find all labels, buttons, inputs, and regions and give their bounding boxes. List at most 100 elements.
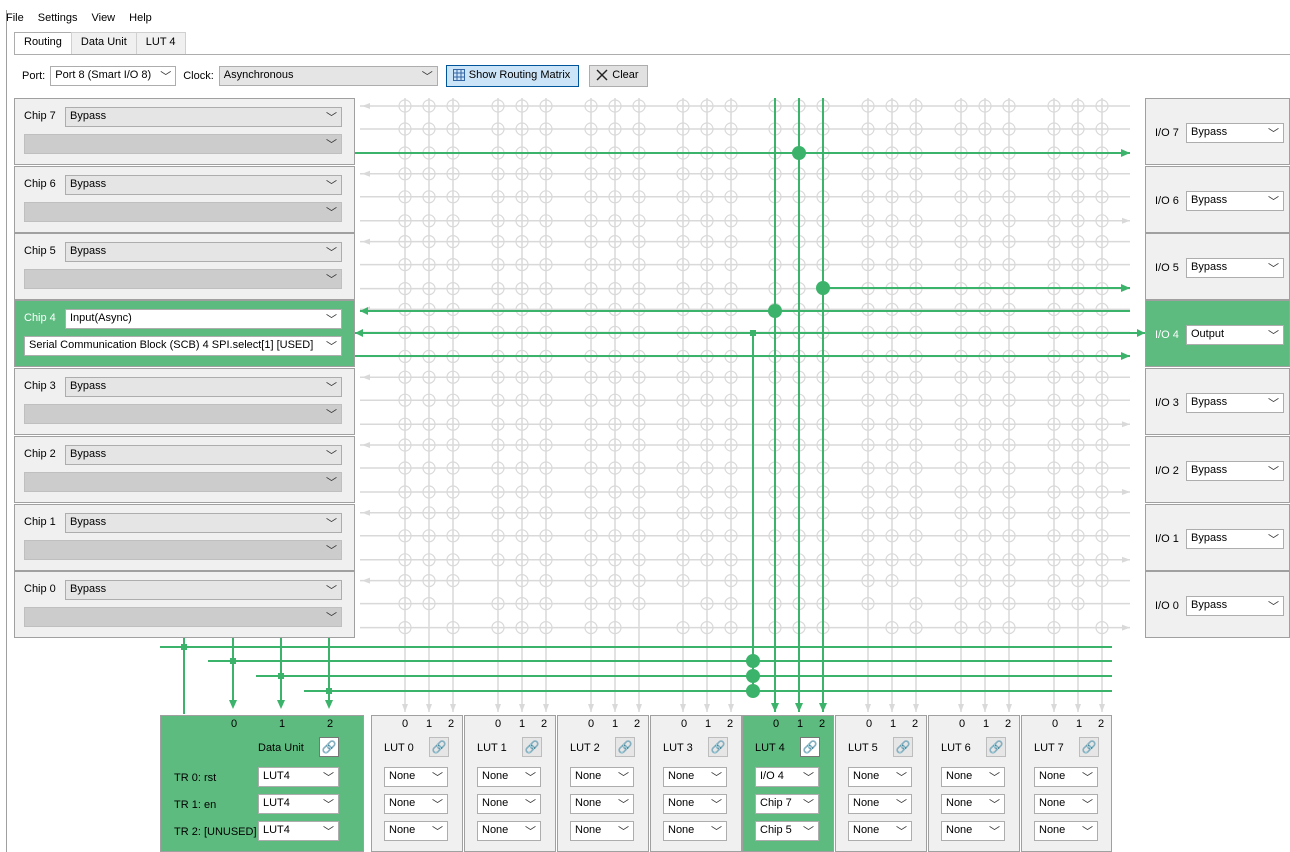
lut-input-2-select[interactable]: None ﹀ (1034, 821, 1098, 841)
lut-input-1-select[interactable]: None ﹀ (477, 794, 541, 814)
lut-3-block: 0 1 2 LUT 3 🔗 None ﹀ None ﹀ None ﹀ (650, 715, 742, 852)
io-mode-select[interactable]: Bypass ﹀ (1186, 461, 1284, 481)
lut-input-2-select[interactable]: None ﹀ (848, 821, 912, 841)
chip-mode-select[interactable]: Bypass ﹀ (65, 445, 342, 465)
lut-input-1-number: 1 (612, 718, 619, 730)
lut-input-2-select[interactable]: None ﹀ (941, 821, 1005, 841)
lut-input-1-select[interactable]: None ﹀ (384, 794, 448, 814)
trigger-1-select[interactable]: LUT4 ﹀ (258, 794, 339, 814)
lut-input-0-select[interactable]: None ﹀ (663, 767, 727, 787)
lut-input-2-select[interactable]: None ﹀ (663, 821, 727, 841)
lut-input-0-select[interactable]: None ﹀ (477, 767, 541, 787)
io-mode-select[interactable]: Bypass ﹀ (1186, 393, 1284, 413)
chip-mode-select[interactable]: Input(Async) ﹀ (65, 309, 342, 329)
lut-input-1-select[interactable]: None ﹀ (848, 794, 912, 814)
arrow-down-icon (543, 704, 549, 712)
chevron-down-icon: ﹀ (323, 799, 334, 811)
link-icon[interactable]: 🔗 (800, 737, 820, 757)
chevron-down-icon: ﹀ (326, 518, 337, 530)
lut-input-0-select[interactable]: I/O 4 ﹀ (755, 767, 819, 787)
io-mode-select[interactable]: Output ﹀ (1186, 325, 1284, 345)
lut-input-value: None (389, 824, 416, 836)
lut-5-block: 0 1 2 LUT 5 🔗 None ﹀ None ﹀ None ﹀ (835, 715, 927, 852)
arrow-down-icon (680, 704, 686, 712)
link-icon[interactable]: 🔗 (615, 737, 635, 757)
link-icon[interactable]: 🔗 (1079, 737, 1099, 757)
io-mode-select[interactable]: Bypass ﹀ (1186, 529, 1284, 549)
chevron-down-icon: ﹀ (1082, 772, 1093, 784)
link-icon[interactable]: 🔗 (522, 737, 542, 757)
lut-2-block: 0 1 2 LUT 2 🔗 None ﹀ None ﹀ None ﹀ (557, 715, 649, 852)
lut-input-1-select[interactable]: None ﹀ (941, 794, 1005, 814)
chip-mode-value: Bypass (70, 380, 107, 392)
chip-mode-select[interactable]: Bypass ﹀ (65, 242, 342, 262)
chevron-down-icon: ﹀ (326, 545, 337, 557)
lut-input-2-select[interactable]: None ﹀ (477, 821, 541, 841)
arrow-left-icon (362, 170, 370, 177)
lut-input-0-select[interactable]: None ﹀ (848, 767, 912, 787)
chip-mode-select[interactable]: Bypass ﹀ (65, 580, 342, 600)
arrow-down-icon (728, 704, 734, 712)
link-icon[interactable]: 🔗 (429, 737, 449, 757)
lut-input-1-select[interactable]: None ﹀ (1034, 794, 1098, 814)
io-mode-select[interactable]: Bypass ﹀ (1186, 191, 1284, 211)
chevron-down-icon: ﹀ (326, 274, 337, 286)
chevron-down-icon: ﹀ (1268, 196, 1279, 208)
trigger-2-value: LUT4 (263, 824, 290, 836)
lut-input-2-select[interactable]: None ﹀ (570, 821, 634, 841)
io-mode-value: Bypass (1191, 532, 1228, 544)
lut-input-2-select[interactable]: Chip 5 ﹀ (755, 821, 819, 841)
chevron-down-icon: ﹀ (525, 799, 536, 811)
lut-input-value: None (575, 770, 602, 782)
lut-input-0-select[interactable]: None ﹀ (1034, 767, 1098, 787)
chip-label: Chip 2 (24, 448, 56, 460)
link-icon[interactable]: 🔗 (319, 737, 339, 757)
lut-input-0-select[interactable]: None ﹀ (941, 767, 1005, 787)
chevron-down-icon: ﹀ (432, 799, 443, 811)
trigger-0-value: LUT4 (263, 770, 290, 782)
arrow-down-icon (1006, 704, 1012, 712)
chip-signal-select[interactable]: Serial Communication Block (SCB) 4 SPI.s… (24, 336, 342, 356)
arrow-down-icon (771, 703, 779, 712)
chevron-down-icon: ﹀ (326, 180, 337, 192)
lut-input-value: None (482, 797, 509, 809)
chip-signal-select: ﹀ (24, 269, 342, 289)
data-unit-input-0: 0 (231, 718, 238, 730)
arrow-down-icon (1051, 704, 1057, 712)
chip-mode-select[interactable]: Bypass ﹀ (65, 107, 342, 127)
io-label: I/O 5 (1155, 262, 1179, 274)
trigger-2-select[interactable]: LUT4 ﹀ (258, 821, 339, 841)
lut-input-1-select[interactable]: Chip 7 ﹀ (755, 794, 819, 814)
lut-input-0-select[interactable]: None ﹀ (384, 767, 448, 787)
link-icon[interactable]: 🔗 (986, 737, 1006, 757)
arrow-down-icon (982, 704, 988, 712)
io-mode-select[interactable]: Bypass ﹀ (1186, 123, 1284, 143)
chevron-down-icon: ﹀ (896, 772, 907, 784)
chip-mode-select[interactable]: Bypass ﹀ (65, 513, 342, 533)
io-label: I/O 1 (1155, 533, 1179, 545)
link-icon[interactable]: 🔗 (893, 737, 913, 757)
link-icon[interactable]: 🔗 (708, 737, 728, 757)
lut-input-0-select[interactable]: None ﹀ (570, 767, 634, 787)
data-unit-input-1: 1 (279, 718, 286, 730)
arrow-left-icon (362, 238, 370, 245)
trigger-0-select[interactable]: LUT4 ﹀ (258, 767, 339, 787)
chevron-down-icon: ﹀ (896, 826, 907, 838)
lut-title: LUT 2 (570, 742, 600, 754)
lut-input-1-select[interactable]: None ﹀ (663, 794, 727, 814)
arrow-left-icon (362, 577, 370, 584)
chip-mode-select[interactable]: Bypass ﹀ (65, 377, 342, 397)
chip-mode-select[interactable]: Bypass ﹀ (65, 175, 342, 195)
lut-input-0-number: 0 (959, 718, 966, 730)
io-6-panel: I/O 6 Bypass ﹀ (1145, 166, 1290, 233)
chevron-down-icon: ﹀ (989, 826, 1000, 838)
arrow-down-icon (450, 704, 456, 712)
lut-input-1-select[interactable]: None ﹀ (570, 794, 634, 814)
lut-input-2-select[interactable]: None ﹀ (384, 821, 448, 841)
lut-7-block: 0 1 2 LUT 7 🔗 None ﹀ None ﹀ None ﹀ (1021, 715, 1112, 852)
io-mode-select[interactable]: Bypass ﹀ (1186, 258, 1284, 278)
chevron-down-icon: ﹀ (711, 799, 722, 811)
io-mode-select[interactable]: Bypass ﹀ (1186, 596, 1284, 616)
lut-input-2-number: 2 (1005, 718, 1012, 730)
junction (326, 688, 332, 694)
